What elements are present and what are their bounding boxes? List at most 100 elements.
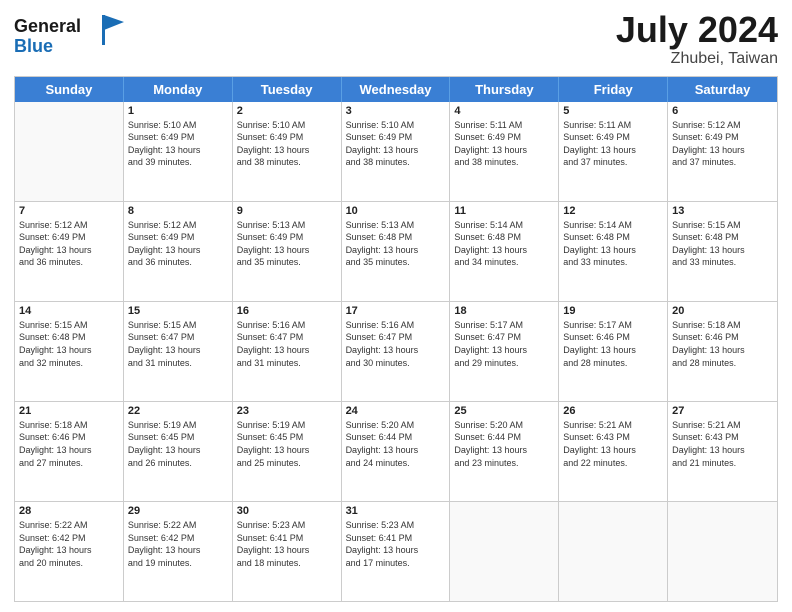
calendar-row-1: 7Sunrise: 5:12 AMSunset: 6:49 PMDaylight… xyxy=(15,201,777,301)
calendar-row-0: 1Sunrise: 5:10 AMSunset: 6:49 PMDaylight… xyxy=(15,102,777,201)
calendar-cell: 23 Sunrise: 5:19 AMSunset: 6:45 PMDayligh… xyxy=(233,402,342,501)
day-number: 26 xyxy=(563,405,663,417)
day-info: Sunrise: 5:15 AMSunset: 6:48 PMDaylight:… xyxy=(19,319,119,369)
svg-text:General: General xyxy=(14,16,81,36)
day-number: 17 xyxy=(346,305,446,317)
location-title: Zhubei, Taiwan xyxy=(616,50,778,68)
calendar-cell: 8Sunrise: 5:12 AMSunset: 6:49 PMDaylight… xyxy=(124,202,233,301)
calendar-cell: 20 Sunrise: 5:18 AMSunset: 6:46 PMDayligh… xyxy=(668,302,777,401)
day-info: Sunrise: 5:23 AMSunset: 6:41 PMDaylight:… xyxy=(346,519,446,569)
calendar-cell: 9 Sunrise: 5:13 AMSunset: 6:49 PMDaylight… xyxy=(233,202,342,301)
calendar-cell: 11 Sunrise: 5:14 AMSunset: 6:48 PMDayligh… xyxy=(450,202,559,301)
calendar-cell: 16 Sunrise: 5:16 AMSunset: 6:47 PMDayligh… xyxy=(233,302,342,401)
day-info: Sunrise: 5:19 AMSunset: 6:45 PMDaylight:… xyxy=(237,419,337,469)
day-number: 22 xyxy=(128,405,228,417)
calendar-row-4: 28 Sunrise: 5:22 AMSunset: 6:42 PMDayligh… xyxy=(15,501,777,601)
day-number: 15 xyxy=(128,305,228,317)
day-info: Sunrise: 5:10 AMSunset: 6:49 PMDaylight:… xyxy=(128,119,228,169)
day-info: Sunrise: 5:16 AMSunset: 6:47 PMDaylight:… xyxy=(346,319,446,369)
day-number: 28 xyxy=(19,505,119,517)
title-area: July 2024 Zhubei, Taiwan xyxy=(616,10,778,68)
calendar-cell: 4Sunrise: 5:11 AMSunset: 6:49 PMDaylight… xyxy=(450,102,559,201)
header-day-friday: Friday xyxy=(559,77,668,102)
calendar-row-2: 14 Sunrise: 5:15 AMSunset: 6:48 PMDayligh… xyxy=(15,301,777,401)
day-info: Sunrise: 5:15 AMSunset: 6:48 PMDaylight:… xyxy=(672,219,773,269)
day-number: 13 xyxy=(672,205,773,217)
calendar-cell: 30Sunrise: 5:23 AMSunset: 6:41 PMDayligh… xyxy=(233,502,342,601)
day-number: 23 xyxy=(237,405,337,417)
day-info: Sunrise: 5:12 AMSunset: 6:49 PMDaylight:… xyxy=(672,119,773,169)
calendar-header: SundayMondayTuesdayWednesdayThursdayFrid… xyxy=(15,77,777,102)
calendar-cell: 29 Sunrise: 5:22 AMSunset: 6:42 PMDayligh… xyxy=(124,502,233,601)
calendar-cell: 5 Sunrise: 5:11 AMSunset: 6:49 PMDaylight… xyxy=(559,102,668,201)
header-day-thursday: Thursday xyxy=(450,77,559,102)
calendar-cell: 22 Sunrise: 5:19 AMSunset: 6:45 PMDayligh… xyxy=(124,402,233,501)
page: General Blue July 2024 Zhubei, Taiwan Su… xyxy=(0,0,792,612)
day-info: Sunrise: 5:10 AMSunset: 6:49 PMDaylight:… xyxy=(237,119,337,169)
calendar-cell: 12 Sunrise: 5:14 AMSunset: 6:48 PMDayligh… xyxy=(559,202,668,301)
calendar-body: 1Sunrise: 5:10 AMSunset: 6:49 PMDaylight… xyxy=(15,102,777,601)
day-number: 6 xyxy=(672,105,773,117)
day-number: 2 xyxy=(237,105,337,117)
day-info: Sunrise: 5:21 AMSunset: 6:43 PMDaylight:… xyxy=(563,419,663,469)
calendar-cell: 1Sunrise: 5:10 AMSunset: 6:49 PMDaylight… xyxy=(124,102,233,201)
logo: General Blue xyxy=(14,10,124,65)
calendar-cell: 25Sunrise: 5:20 AMSunset: 6:44 PMDayligh… xyxy=(450,402,559,501)
day-number: 4 xyxy=(454,105,554,117)
calendar-cell: 2 Sunrise: 5:10 AMSunset: 6:49 PMDaylight… xyxy=(233,102,342,201)
day-number: 14 xyxy=(19,305,119,317)
day-number: 9 xyxy=(237,205,337,217)
day-number: 11 xyxy=(454,205,554,217)
calendar-cell: 18 Sunrise: 5:17 AMSunset: 6:47 PMDayligh… xyxy=(450,302,559,401)
day-info: Sunrise: 5:14 AMSunset: 6:48 PMDaylight:… xyxy=(563,219,663,269)
day-number: 12 xyxy=(563,205,663,217)
calendar-cell: 17 Sunrise: 5:16 AMSunset: 6:47 PMDayligh… xyxy=(342,302,451,401)
day-number: 3 xyxy=(346,105,446,117)
day-info: Sunrise: 5:15 AMSunset: 6:47 PMDaylight:… xyxy=(128,319,228,369)
day-info: Sunrise: 5:22 AMSunset: 6:42 PMDaylight:… xyxy=(128,519,228,569)
day-info: Sunrise: 5:18 AMSunset: 6:46 PMDaylight:… xyxy=(19,419,119,469)
day-number: 18 xyxy=(454,305,554,317)
header-day-monday: Monday xyxy=(124,77,233,102)
day-info: Sunrise: 5:21 AMSunset: 6:43 PMDaylight:… xyxy=(672,419,773,469)
day-info: Sunrise: 5:10 AMSunset: 6:49 PMDaylight:… xyxy=(346,119,446,169)
calendar-cell: 10 Sunrise: 5:13 AMSunset: 6:48 PMDayligh… xyxy=(342,202,451,301)
calendar-cell xyxy=(15,102,124,201)
day-info: Sunrise: 5:14 AMSunset: 6:48 PMDaylight:… xyxy=(454,219,554,269)
day-number: 27 xyxy=(672,405,773,417)
calendar-cell: 13 Sunrise: 5:15 AMSunset: 6:48 PMDayligh… xyxy=(668,202,777,301)
logo-area: General Blue xyxy=(14,10,124,65)
day-info: Sunrise: 5:19 AMSunset: 6:45 PMDaylight:… xyxy=(128,419,228,469)
calendar-cell: 14 Sunrise: 5:15 AMSunset: 6:48 PMDayligh… xyxy=(15,302,124,401)
day-info: Sunrise: 5:11 AMSunset: 6:49 PMDaylight:… xyxy=(563,119,663,169)
calendar-cell: 27 Sunrise: 5:21 AMSunset: 6:43 PMDayligh… xyxy=(668,402,777,501)
day-number: 25 xyxy=(454,405,554,417)
calendar-cell: 6 Sunrise: 5:12 AMSunset: 6:49 PMDaylight… xyxy=(668,102,777,201)
day-info: Sunrise: 5:12 AMSunset: 6:49 PMDaylight:… xyxy=(128,219,228,269)
day-number: 20 xyxy=(672,305,773,317)
day-number: 21 xyxy=(19,405,119,417)
calendar-cell: 21 Sunrise: 5:18 AMSunset: 6:46 PMDayligh… xyxy=(15,402,124,501)
calendar: SundayMondayTuesdayWednesdayThursdayFrid… xyxy=(14,76,778,602)
calendar-cell: 19Sunrise: 5:17 AMSunset: 6:46 PMDayligh… xyxy=(559,302,668,401)
day-number: 5 xyxy=(563,105,663,117)
day-number: 31 xyxy=(346,505,446,517)
day-number: 10 xyxy=(346,205,446,217)
day-info: Sunrise: 5:17 AMSunset: 6:47 PMDaylight:… xyxy=(454,319,554,369)
calendar-cell: 7Sunrise: 5:12 AMSunset: 6:49 PMDaylight… xyxy=(15,202,124,301)
calendar-cell xyxy=(668,502,777,601)
day-number: 16 xyxy=(237,305,337,317)
day-info: Sunrise: 5:18 AMSunset: 6:46 PMDaylight:… xyxy=(672,319,773,369)
calendar-cell: 15 Sunrise: 5:15 AMSunset: 6:47 PMDayligh… xyxy=(124,302,233,401)
calendar-cell: 24 Sunrise: 5:20 AMSunset: 6:44 PMDayligh… xyxy=(342,402,451,501)
day-info: Sunrise: 5:13 AMSunset: 6:48 PMDaylight:… xyxy=(346,219,446,269)
day-number: 30 xyxy=(237,505,337,517)
day-info: Sunrise: 5:16 AMSunset: 6:47 PMDaylight:… xyxy=(237,319,337,369)
day-info: Sunrise: 5:13 AMSunset: 6:49 PMDaylight:… xyxy=(237,219,337,269)
header-day-tuesday: Tuesday xyxy=(233,77,342,102)
month-title: July 2024 xyxy=(616,10,778,50)
calendar-cell: 28Sunrise: 5:22 AMSunset: 6:42 PMDayligh… xyxy=(15,502,124,601)
day-number: 29 xyxy=(128,505,228,517)
day-number: 24 xyxy=(346,405,446,417)
day-info: Sunrise: 5:20 AMSunset: 6:44 PMDaylight:… xyxy=(346,419,446,469)
